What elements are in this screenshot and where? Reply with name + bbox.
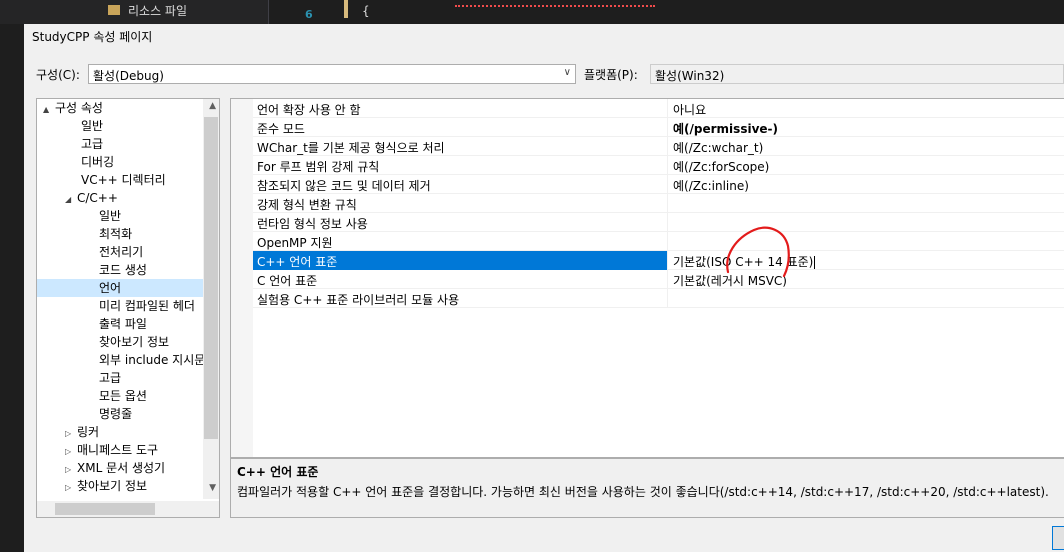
property-row[interactable]: 언어 확장 사용 안 함 아니요 — [253, 99, 1064, 118]
property-row-selected[interactable]: C++ 언어 표준 기본값(ISO C++ 14 표준) — [253, 251, 1064, 270]
tree-node-general[interactable]: 일반 — [81, 117, 103, 135]
property-row[interactable]: 참조되지 않은 코드 및 데이터 제거 예(/Zc:inline) — [253, 175, 1064, 194]
tree-node-external-includes[interactable]: 외부 include 지시문 — [99, 351, 205, 369]
expand-icon[interactable]: ▷ — [65, 479, 77, 497]
property-row[interactable]: For 루프 범위 강제 규칙 예(/Zc:forScope) — [253, 156, 1064, 175]
platform-value: 활성(Win32) — [655, 69, 725, 83]
tree-node-vc-directories[interactable]: VC++ 디렉터리 — [81, 171, 166, 189]
error-squiggle — [455, 2, 655, 7]
tree-node-manifest-tool[interactable]: ▷ 매니페스트 도구 — [65, 441, 158, 459]
tree-node-cpp-general[interactable]: 일반 — [99, 207, 121, 225]
ok-button[interactable] — [1052, 526, 1064, 550]
tree-node-browse-info[interactable]: 찾아보기 정보 — [99, 333, 169, 351]
config-combobox[interactable]: 활성(Debug) ∨ — [88, 64, 576, 84]
platform-label: 플랫폼(P): — [584, 68, 638, 82]
tree-node-debugging[interactable]: 디버깅 — [81, 153, 114, 171]
config-label: 구성(C): — [36, 68, 80, 82]
property-row[interactable]: OpenMP 지원 — [253, 232, 1064, 251]
description-text: 컴파일러가 적용할 C++ 언어 표준을 결정합니다. 가능하면 최신 버전을 … — [237, 485, 1049, 499]
property-row[interactable]: WChar_t를 기본 제공 형식으로 처리 예(/Zc:wchar_t) — [253, 137, 1064, 156]
ide-background: 리소스 파일 6 { — [0, 0, 1064, 24]
description-panel: C++ 언어 표준 컴파일러가 적용할 C++ 언어 표준을 결정합니다. 가능… — [230, 458, 1064, 518]
scroll-thumb[interactable] — [204, 117, 218, 439]
scroll-down-icon[interactable]: ▼ — [209, 483, 216, 493]
scroll-thumb[interactable] — [55, 503, 155, 515]
tree-node-output-files[interactable]: 출력 파일 — [99, 315, 147, 333]
tree-node-advanced[interactable]: 고급 — [81, 135, 103, 153]
editor-separator — [268, 0, 269, 24]
tree-node-browse-information[interactable]: ▷ 찾아보기 정보 — [65, 477, 147, 495]
property-row[interactable]: 런타임 형식 정보 사용 — [253, 213, 1064, 232]
folder-icon — [108, 5, 120, 15]
tree-node-optimization[interactable]: 최적화 — [99, 225, 132, 243]
property-pages-dialog: StudyCPP 속성 페이지 구성(C): 활성(Debug) ∨ 플랫폼(P… — [24, 24, 1064, 552]
chevron-down-icon[interactable]: ∨ — [564, 67, 571, 78]
tree-vertical-scrollbar[interactable]: ▲ ▼ — [203, 99, 219, 499]
tree-node-config-props[interactable]: ▲ 구성 속성 — [43, 99, 103, 117]
property-row[interactable]: C 언어 표준 기본값(레거시 MSVC) — [253, 270, 1064, 289]
tree-node-preprocessor[interactable]: 전처리기 — [99, 243, 143, 261]
code-brace: { — [362, 4, 370, 18]
collapse-icon[interactable]: ◢ — [65, 191, 77, 209]
solution-tree-item[interactable]: 리소스 파일 — [128, 2, 187, 19]
collapse-icon[interactable]: ▲ — [43, 101, 55, 119]
tree-node-cpp[interactable]: ◢ C/C++ — [65, 189, 118, 207]
property-grid[interactable]: 언어 확장 사용 안 함 아니요 준수 모드 예(/permissive-) WCh… — [230, 98, 1064, 458]
tree-horizontal-scrollbar[interactable] — [37, 501, 219, 517]
platform-combobox[interactable]: 활성(Win32) — [650, 64, 1064, 84]
tree-node-linker[interactable]: ▷ 링커 — [65, 423, 99, 441]
config-value: 활성(Debug) — [93, 69, 164, 83]
property-row[interactable]: 실험용 C++ 표준 라이브러리 모듈 사용 — [253, 289, 1064, 308]
dialog-title: StudyCPP 속성 페이지 — [32, 30, 153, 44]
tree-node-precompiled-headers[interactable]: 미리 컴파일된 헤더 — [99, 297, 195, 315]
property-row[interactable]: 강제 형식 변환 규칙 — [253, 194, 1064, 213]
change-marker — [344, 0, 348, 18]
tree-node-code-generation[interactable]: 코드 생성 — [99, 261, 147, 279]
property-tree[interactable]: ▲ 구성 속성 일반 고급 디버깅 VC++ 디렉터리 ◢ C/C++ 일반 최적화… — [36, 98, 220, 518]
property-row[interactable]: 준수 모드 예(/permissive-) — [253, 118, 1064, 137]
text-caret — [814, 256, 816, 269]
grid-gutter — [231, 99, 253, 457]
tree-node-language[interactable]: 언어 — [37, 279, 203, 297]
tree-node-xml-doc-generator[interactable]: ▷ XML 문서 생성기 — [65, 459, 165, 477]
tree-node-cpp-advanced[interactable]: 고급 — [99, 369, 121, 387]
description-title: C++ 언어 표준 — [237, 465, 319, 479]
tree-node-command-line[interactable]: 명령줄 — [99, 405, 132, 423]
line-number: 6 — [305, 8, 313, 21]
scroll-up-icon[interactable]: ▲ — [209, 101, 216, 111]
tree-node-all-options[interactable]: 모든 옵션 — [99, 387, 147, 405]
